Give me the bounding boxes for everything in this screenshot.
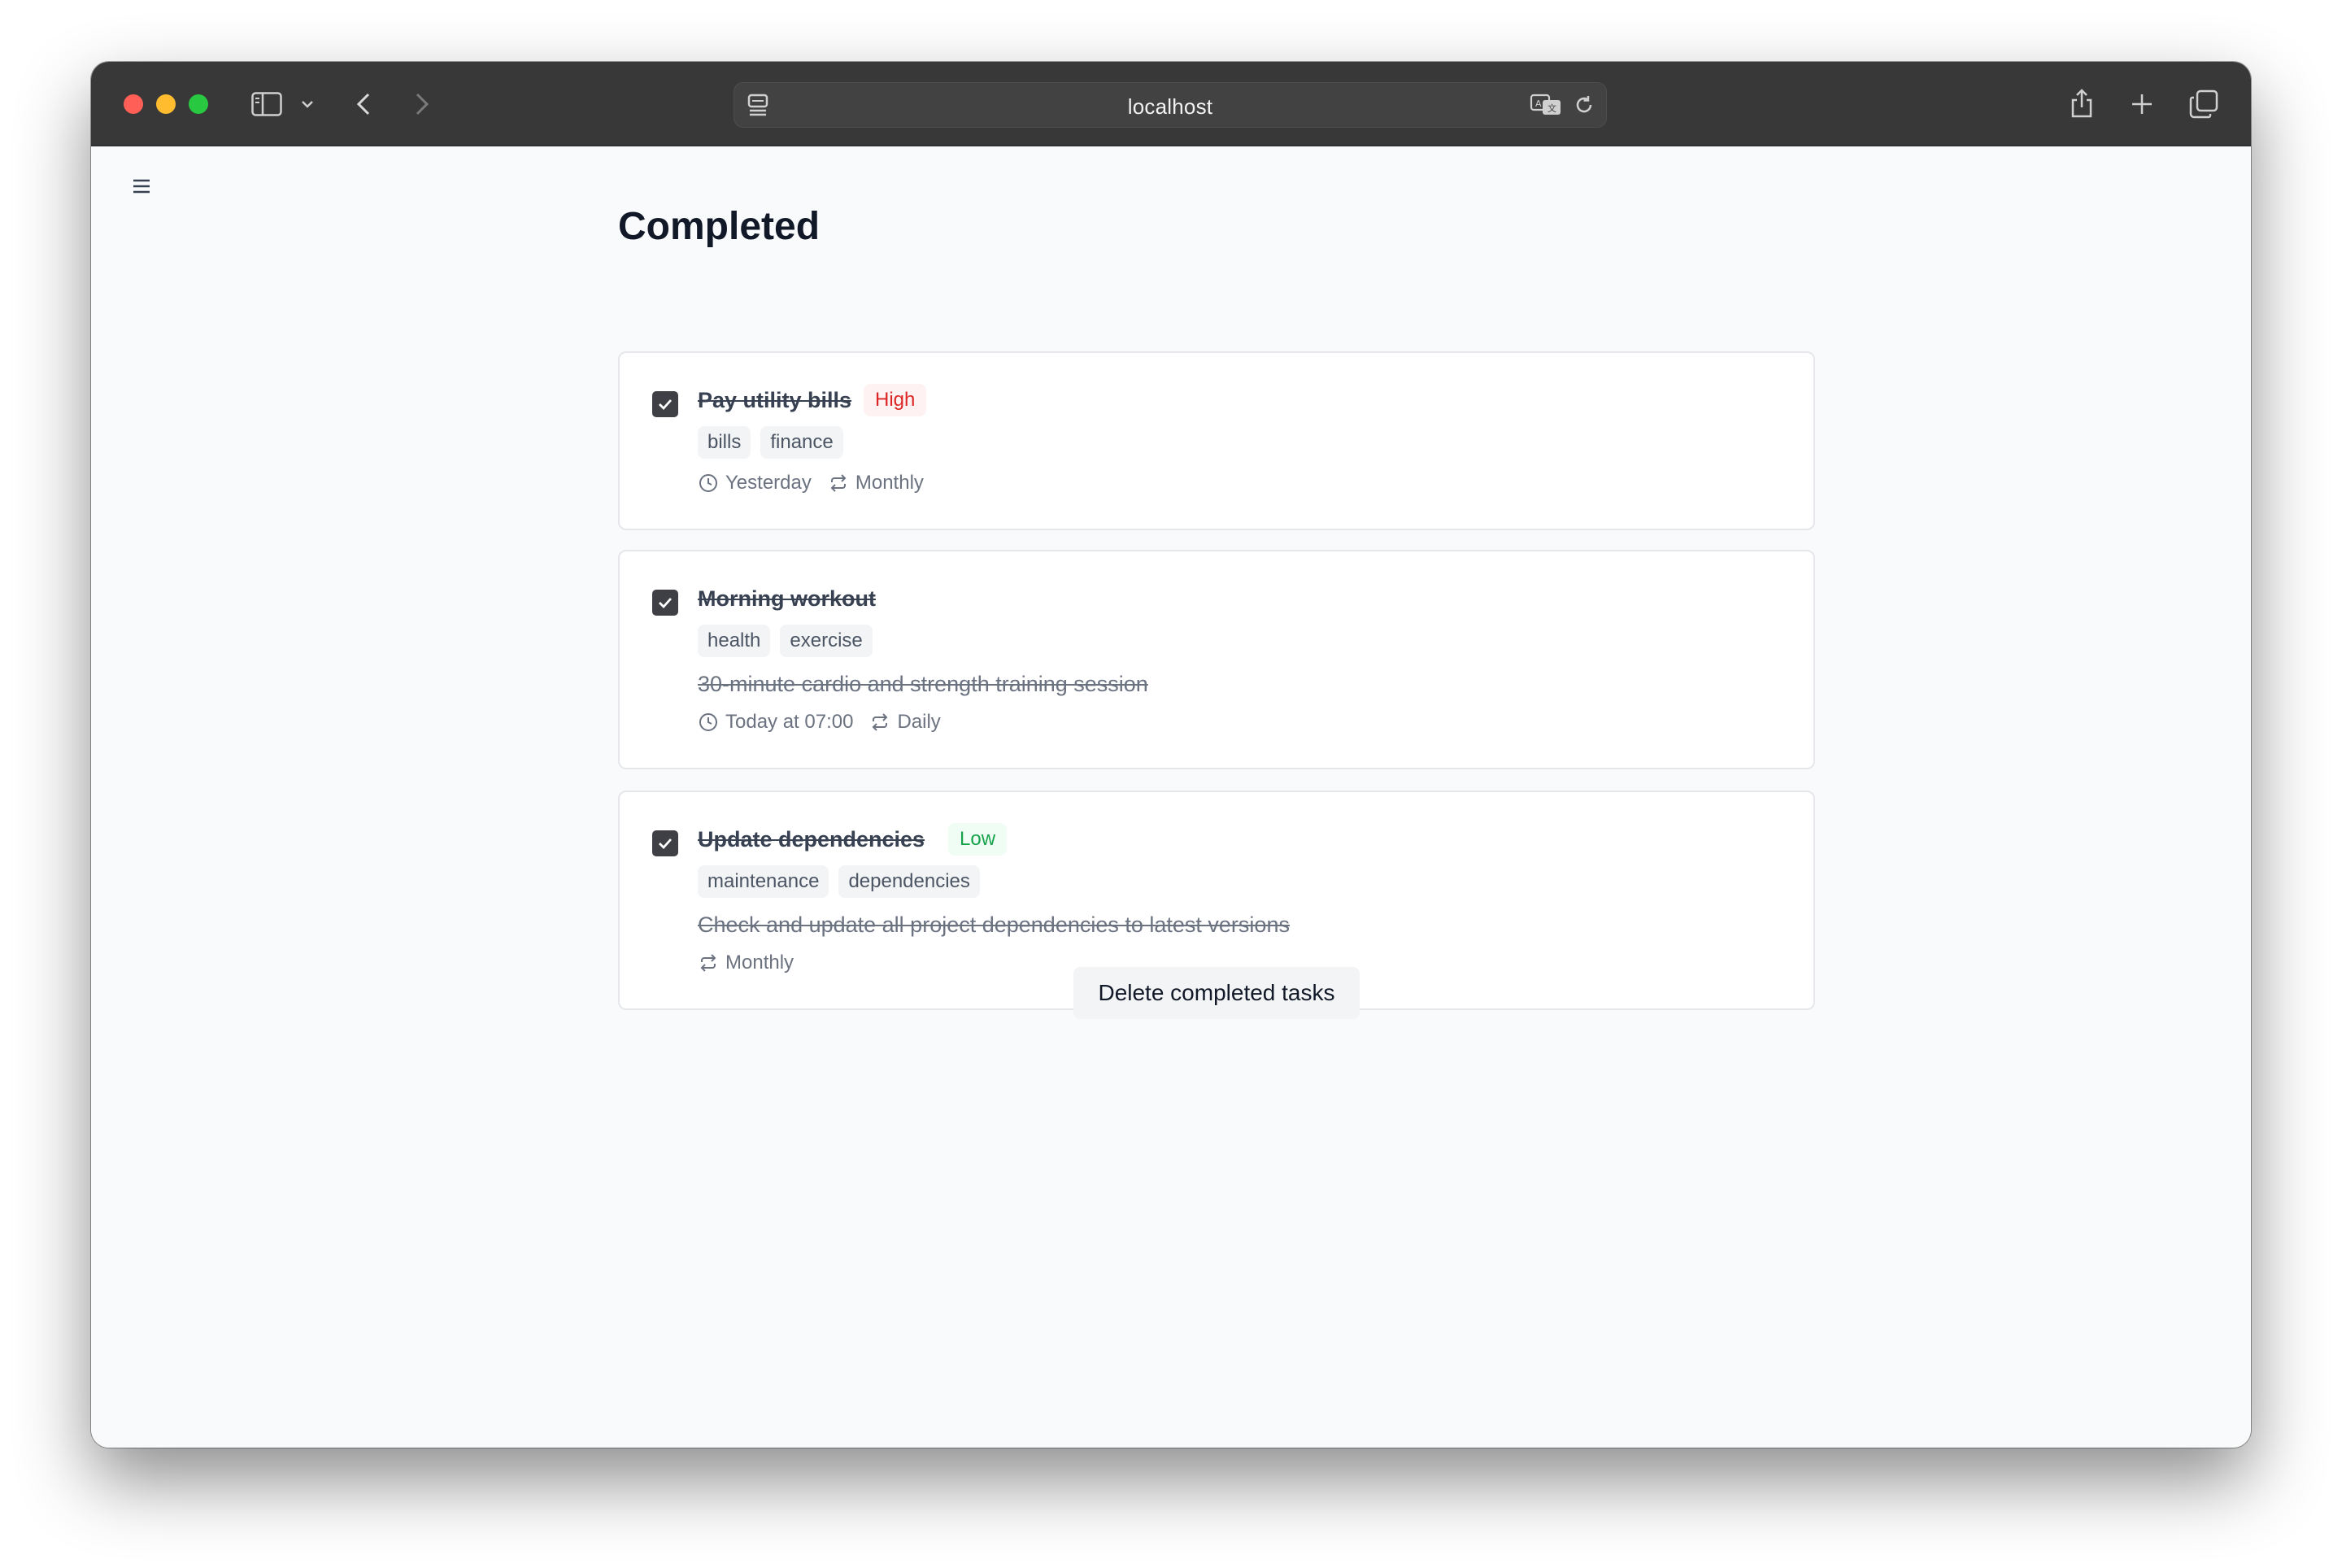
tag: dependencies (838, 865, 980, 898)
repeat-icon (698, 952, 719, 973)
task-checkbox[interactable] (652, 391, 678, 417)
minimize-window-button[interactable] (156, 94, 176, 114)
hamburger-menu-icon[interactable] (130, 175, 153, 198)
due-date: Today at 07:00 (725, 711, 854, 733)
task-meta: Today at 07:00 Daily (698, 711, 941, 734)
tag: exercise (780, 625, 873, 657)
task-description: 30-minute cardio and strength training s… (698, 672, 1148, 696)
tag: finance (760, 426, 843, 459)
delete-completed-button[interactable]: Delete completed tasks (1073, 967, 1360, 1019)
page-title: Completed (618, 205, 821, 248)
due-date: Yesterday (725, 472, 812, 494)
task-card[interactable]: Pay utility bills High bills finance Yes… (618, 351, 1815, 530)
clock-icon (698, 712, 719, 733)
priority-badge: High (864, 384, 927, 416)
forward-arrow-icon[interactable] (410, 89, 434, 119)
tag-list: health exercise (698, 625, 873, 657)
task-card[interactable]: Morning workout health exercise 30-minut… (618, 550, 1815, 769)
task-checkbox[interactable] (652, 590, 678, 616)
task-title: Update dependencies (698, 827, 925, 852)
chevron-down-icon[interactable] (299, 96, 316, 112)
repeat-frequency: Monthly (725, 952, 794, 973)
tag-list: bills finance (698, 426, 843, 459)
browser-window: localhost A文 Completed Pay utility bills… (91, 62, 2251, 1448)
svg-text:A: A (1535, 98, 1542, 109)
task-description: Check and update all project dependencie… (698, 912, 1290, 937)
task-meta: Monthly (698, 952, 794, 974)
repeat-icon (869, 712, 890, 733)
back-arrow-icon[interactable] (351, 89, 376, 119)
tag: bills (698, 426, 751, 459)
app-content: Completed Pay utility bills High bills f… (91, 147, 2251, 1448)
close-window-button[interactable] (124, 94, 143, 114)
browser-toolbar: localhost A文 (91, 62, 2251, 146)
address-bar[interactable]: localhost A文 (734, 82, 1607, 128)
priority-badge: Low (948, 823, 1008, 856)
zoom-window-button[interactable] (189, 94, 208, 114)
repeat-frequency: Daily (897, 711, 941, 733)
translate-icon[interactable]: A文 (1528, 93, 1564, 117)
repeat-icon (828, 473, 849, 494)
task-title: Pay utility bills (698, 388, 852, 412)
repeat-frequency: Monthly (855, 472, 924, 494)
share-icon[interactable] (2067, 86, 2096, 120)
svg-text:文: 文 (1548, 102, 1556, 114)
task-title: Morning workout (698, 586, 876, 611)
sidebar-toggle-icon[interactable] (250, 89, 283, 119)
task-meta: Yesterday Monthly (698, 472, 924, 494)
tab-overview-icon[interactable] (2187, 88, 2220, 120)
clock-icon (698, 473, 719, 494)
new-tab-icon[interactable] (2129, 91, 2155, 117)
task-checkbox[interactable] (652, 830, 678, 856)
tag-list: maintenance dependencies (698, 865, 980, 898)
tag: maintenance (698, 865, 829, 898)
tag: health (698, 625, 771, 657)
reload-icon[interactable] (1572, 93, 1596, 117)
address-text: localhost (1127, 94, 1213, 119)
